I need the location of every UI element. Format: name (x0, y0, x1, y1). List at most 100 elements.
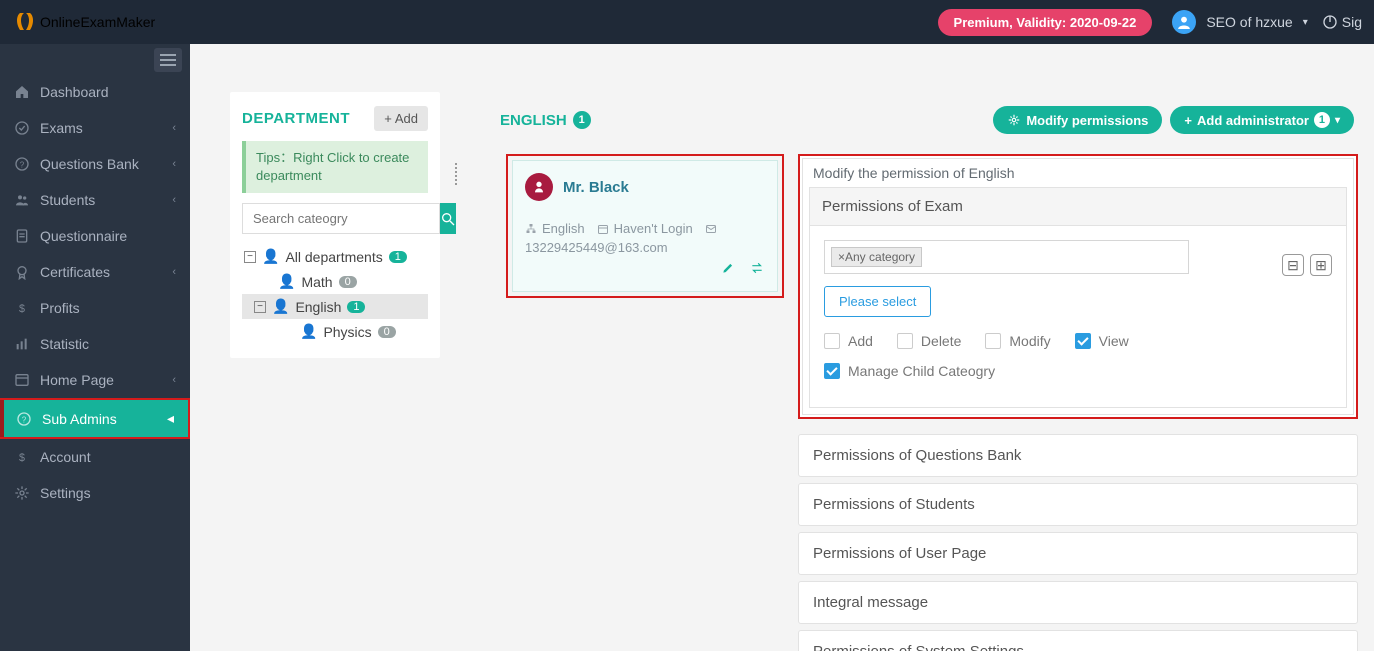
checkbox-manage-child[interactable]: Manage Child Cateogry (824, 363, 995, 379)
transfer-admin-button[interactable] (749, 262, 765, 279)
power-icon (1322, 14, 1338, 30)
calendar-icon (597, 223, 609, 235)
tree-math[interactable]: 👤 Math 0 (242, 269, 428, 294)
department-title: DEPARTMENT (242, 110, 350, 127)
english-header: ENGLISH1 Modify permissions +Add adminis… (500, 106, 1354, 134)
add-administrator-button[interactable]: +Add administrator1▾ (1170, 106, 1354, 134)
admin-email: 13229425449@163.com (525, 240, 765, 255)
collapse-icon[interactable]: − (244, 251, 256, 263)
department-tree: − 👤 All departments 1 👤 Math 0 −👤 Englis… (242, 244, 428, 344)
add-department-button[interactable]: +Add (374, 106, 428, 131)
permissions-exam-head: Permissions of Exam (810, 188, 1346, 226)
nav-sub-admins[interactable]: ?Sub Admins◂ (2, 400, 188, 437)
perm-system-settings[interactable]: Permissions of System Settings (798, 630, 1358, 651)
admin-department: English (525, 219, 585, 240)
logo-text: OnlineExamMaker (40, 14, 155, 30)
badge-icon (14, 264, 30, 280)
nav-questions-bank[interactable]: ?Questions Bank‹ (0, 146, 190, 182)
admin-login-status: Haven't Login (597, 219, 693, 240)
user-icon: 👤 (262, 248, 279, 265)
plus-icon: + (1184, 113, 1192, 128)
category-tag-input[interactable]: ×Any category (824, 240, 1189, 274)
department-panel: DEPARTMENT +Add Tips：Right Click to crea… (230, 92, 440, 358)
signout-button[interactable]: Sig (1322, 14, 1362, 30)
perm-user-page[interactable]: Permissions of User Page (798, 532, 1358, 575)
avatar-icon (1172, 10, 1196, 34)
modify-permissions-button[interactable]: Modify permissions (993, 106, 1162, 134)
swap-icon (749, 261, 765, 275)
tree-physics[interactable]: 👤 Physics 0 (242, 319, 428, 344)
expand-all-button[interactable]: ⊞ (1310, 254, 1332, 276)
checkbox-modify[interactable]: Modify (985, 333, 1050, 349)
caret-indicator-icon: ◂ (167, 410, 174, 427)
chevron-left-icon: ‹ (172, 266, 176, 278)
permissions-exam-section: Permissions of Exam ×Any category Please… (809, 187, 1347, 408)
nav-settings[interactable]: Settings (0, 475, 190, 511)
admin-avatar-icon (525, 173, 553, 201)
nav-questionnaire[interactable]: Questionnaire (0, 218, 190, 254)
sidebar-collapse-button[interactable] (0, 44, 190, 74)
user-menu[interactable]: SEO of hzxue ▾ (1172, 10, 1307, 34)
nav-dashboard[interactable]: Dashboard (0, 74, 190, 110)
perm-students[interactable]: Permissions of Students (798, 483, 1358, 526)
logo: OnlineExamMaker (12, 10, 155, 34)
dollar-icon: $ (14, 300, 30, 316)
svg-text:?: ? (22, 415, 27, 424)
search-category-input[interactable] (242, 203, 440, 234)
tag-any-category[interactable]: ×Any category (831, 247, 922, 267)
collapse-icon[interactable]: − (254, 301, 266, 313)
checkbox-view[interactable]: View (1075, 333, 1129, 349)
nav-certificates[interactable]: Certificates‹ (0, 254, 190, 290)
user-icon: 👤 (272, 298, 289, 315)
edit-admin-button[interactable] (721, 262, 735, 279)
checkbox-delete[interactable]: Delete (897, 333, 961, 349)
svg-text:$: $ (19, 303, 25, 315)
question-icon: ? (14, 156, 30, 172)
nav-exams[interactable]: Exams‹ (0, 110, 190, 146)
users-icon (14, 192, 30, 208)
nav-account[interactable]: $Account (0, 439, 190, 475)
permission-title: Modify the permission of English (803, 159, 1353, 187)
svg-text:?: ? (20, 160, 25, 169)
tip-box: Tips：Right Click to create department (242, 141, 428, 193)
sidebar: Dashboard Exams‹ ?Questions Bank‹ Studen… (0, 44, 190, 651)
chevron-left-icon: ‹ (172, 194, 176, 206)
user-icon: 👤 (278, 273, 295, 290)
checkbox-add[interactable]: Add (824, 333, 873, 349)
admin-name: Mr. Black (563, 179, 629, 196)
chevron-down-icon: ▾ (1335, 115, 1340, 126)
gear-icon (14, 485, 30, 501)
user-icon: 👤 (300, 323, 317, 340)
nav-statistic[interactable]: Statistic (0, 326, 190, 362)
chevron-left-icon: ‹ (172, 158, 176, 170)
search-icon (440, 211, 456, 227)
mail-icon (705, 219, 717, 240)
admin-card[interactable]: Mr. Black English Haven't Login 13229425… (512, 160, 778, 292)
tree-english[interactable]: −👤 English 1 (242, 294, 428, 319)
perm-questions-bank[interactable]: Permissions of Questions Bank (798, 434, 1358, 477)
logo-icon (12, 10, 36, 34)
resize-handle[interactable] (455, 94, 465, 254)
nav-students[interactable]: Students‹ (0, 182, 190, 218)
please-select-dropdown[interactable]: Please select (824, 286, 931, 317)
app-header: OnlineExamMaker Premium, Validity: 2020-… (0, 0, 1374, 44)
tree-all-departments[interactable]: − 👤 All departments 1 (242, 244, 428, 269)
clipboard-icon (14, 228, 30, 244)
integral-message[interactable]: Integral message (798, 581, 1358, 624)
premium-badge: Premium, Validity: 2020-09-22 (938, 9, 1153, 36)
chevron-down-icon: ▾ (1303, 17, 1308, 28)
other-permission-sections: Permissions of Questions Bank Permission… (798, 434, 1358, 651)
nav-list: Dashboard Exams‹ ?Questions Bank‹ Studen… (0, 74, 190, 511)
sitemap-icon (525, 223, 537, 235)
chevron-left-icon: ‹ (172, 122, 176, 134)
permission-panel: Modify the permission of English Permiss… (802, 158, 1354, 415)
collapse-all-button[interactable]: ⊟ (1282, 254, 1304, 276)
pencil-icon (721, 261, 735, 275)
nav-home-page[interactable]: Home Page‹ (0, 362, 190, 398)
hamburger-icon (154, 48, 182, 72)
question-circle-icon: ? (16, 411, 32, 427)
search-button[interactable] (440, 203, 456, 234)
nav-profits[interactable]: $Profits (0, 290, 190, 326)
svg-text:$: $ (19, 452, 25, 464)
chart-icon (14, 336, 30, 352)
